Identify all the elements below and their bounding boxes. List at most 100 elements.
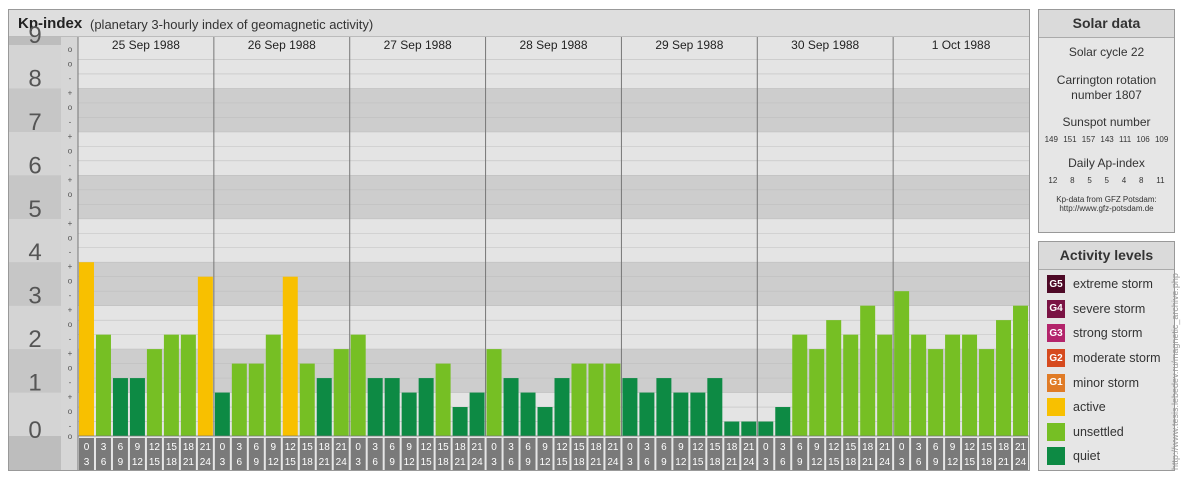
kp-bar xyxy=(588,363,604,436)
y-tick-label: 4 xyxy=(28,239,41,266)
ap-value: 4 xyxy=(1121,176,1127,185)
sunspot-value: 157 xyxy=(1081,135,1096,144)
interval-end: 21 xyxy=(183,457,195,468)
interval-end: 3 xyxy=(491,457,497,468)
y-tick-label: 3 xyxy=(28,283,41,310)
interval-start: 6 xyxy=(933,442,939,453)
kp-chart: 0123456789+o-+o-+o-+o-+o-+o-+o-+o-oo-o25… xyxy=(9,22,1029,470)
interval-start: 15 xyxy=(709,442,721,453)
kp-bar xyxy=(231,363,247,436)
kp-bar xyxy=(877,334,893,436)
band xyxy=(78,175,1029,219)
day-label: 1 Oct 1988 xyxy=(932,38,991,52)
sub-tick-label: - xyxy=(69,378,72,387)
interval-end: 21 xyxy=(319,457,331,468)
interval-start: 3 xyxy=(508,442,514,453)
interval-start: 18 xyxy=(998,442,1010,453)
carrington-line2: number 1807 xyxy=(1071,88,1142,102)
interval-end: 6 xyxy=(916,457,922,468)
kp-bar xyxy=(996,320,1012,436)
interval-start: 12 xyxy=(964,442,976,453)
interval-start: 0 xyxy=(220,442,226,453)
interval-end: 18 xyxy=(573,457,585,468)
legend-label: extreme storm xyxy=(1073,277,1153,292)
interval-start: 0 xyxy=(84,442,90,453)
interval-start: 18 xyxy=(319,442,331,453)
kp-bar xyxy=(146,349,162,436)
sub-tick-label: + xyxy=(68,175,73,184)
kp-bar xyxy=(758,421,774,436)
interval-end: 9 xyxy=(389,457,395,468)
interval-start: 12 xyxy=(149,442,161,453)
kp-bar xyxy=(809,349,825,436)
sub-tick-label: o xyxy=(68,103,73,112)
interval-start: 18 xyxy=(862,442,874,453)
interval-end: 18 xyxy=(438,457,450,468)
interval-start: 6 xyxy=(389,442,395,453)
interval-end: 6 xyxy=(372,457,378,468)
sunspot-value: 106 xyxy=(1136,135,1150,144)
interval-end: 15 xyxy=(556,457,568,468)
interval-end: 9 xyxy=(525,457,531,468)
ap-value: 12 xyxy=(1048,176,1058,185)
sub-tick-label: o xyxy=(68,59,73,68)
interval-start: 9 xyxy=(814,442,820,453)
band xyxy=(78,88,1029,132)
legend-item: G4 severe storm xyxy=(1039,297,1174,322)
interval-start: 0 xyxy=(627,442,633,453)
interval-end: 6 xyxy=(101,457,107,468)
ap-value: 5 xyxy=(1104,176,1109,185)
interval-start: 6 xyxy=(525,442,531,453)
kp-bar xyxy=(911,334,927,436)
legend-swatch xyxy=(1047,422,1065,441)
interval-start: 15 xyxy=(573,442,585,453)
interval-start: 15 xyxy=(845,442,857,453)
sub-tick-label: - xyxy=(69,422,72,431)
sunspot-value: 109 xyxy=(1154,135,1169,144)
ap-title: Daily Ap-index xyxy=(1068,156,1145,170)
kp-bar xyxy=(826,320,842,436)
sunspot-value: 149 xyxy=(1044,135,1058,144)
kp-bar xyxy=(707,378,723,436)
interval-start: 6 xyxy=(661,442,667,453)
legend-item: G3 strong storm xyxy=(1039,321,1174,346)
interval-start: 12 xyxy=(828,442,840,453)
interval-end: 9 xyxy=(254,457,260,468)
solar-data-header: Solar data xyxy=(1039,10,1174,38)
legend-label: active xyxy=(1073,400,1106,415)
interval-start: 0 xyxy=(899,442,905,453)
interval-end: 18 xyxy=(845,457,857,468)
day-label: 29 Sep 1988 xyxy=(655,38,723,52)
watermark: http://www.tesis.lebedev.ru/magnetic_arc… xyxy=(1170,273,1180,470)
interval-start: 12 xyxy=(556,442,568,453)
interval-start: 21 xyxy=(1015,442,1027,453)
y-tick-label: 8 xyxy=(28,65,41,92)
sub-tick-label: - xyxy=(69,335,72,344)
interval-end: 18 xyxy=(166,457,178,468)
sub-tick-label: o xyxy=(68,364,73,373)
kp-bar xyxy=(435,363,451,436)
sub-tick-label: + xyxy=(68,219,73,228)
interval-start: 0 xyxy=(355,442,361,453)
kp-bar xyxy=(180,334,196,436)
activity-legend: G5 extreme storm G4 severe storm G3 strong st… xyxy=(1039,270,1174,469)
interval-end: 9 xyxy=(933,457,939,468)
interval-start: 3 xyxy=(101,442,107,453)
interval-start: 21 xyxy=(200,442,212,453)
interval-start: 0 xyxy=(763,442,769,453)
legend-swatch: G3 xyxy=(1047,324,1065,343)
band xyxy=(78,131,1029,176)
interval-start: 3 xyxy=(780,442,786,453)
y-tick-label: 2 xyxy=(28,326,41,353)
legend-label: severe storm xyxy=(1073,301,1146,316)
kp-bar xyxy=(384,378,400,436)
interval-end: 6 xyxy=(780,457,786,468)
y-tick-label: 7 xyxy=(28,109,41,136)
sub-tick-label: - xyxy=(69,204,72,213)
interval-end: 12 xyxy=(675,457,687,468)
kp-bar xyxy=(197,276,213,436)
interval-end: 3 xyxy=(355,457,361,468)
kp-bar xyxy=(163,334,179,436)
sunspot-title: Sunspot number xyxy=(1062,115,1151,129)
kp-bar xyxy=(520,392,536,436)
